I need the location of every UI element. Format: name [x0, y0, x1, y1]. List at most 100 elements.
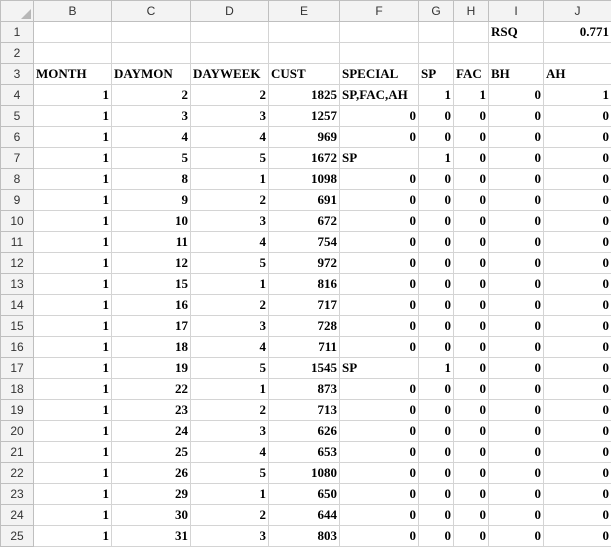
ah-cell[interactable]: 0 — [544, 295, 611, 316]
sp-cell[interactable]: 0 — [419, 337, 454, 358]
column-header-f[interactable]: F — [340, 1, 419, 22]
fac-cell[interactable]: 0 — [454, 379, 489, 400]
month-cell[interactable]: 1 — [34, 421, 112, 442]
cust-cell[interactable]: 713 — [269, 400, 340, 421]
sp-cell[interactable]: 1 — [419, 85, 454, 106]
daymon-cell[interactable]: 16 — [112, 295, 191, 316]
rsq-label-cell[interactable]: RSQ — [489, 22, 544, 43]
sp-cell[interactable]: 0 — [419, 190, 454, 211]
cust-cell[interactable]: 1098 — [269, 169, 340, 190]
month-cell[interactable]: 1 — [34, 127, 112, 148]
sp-cell[interactable]: 0 — [419, 211, 454, 232]
special-cell[interactable]: 0 — [340, 316, 419, 337]
special-cell[interactable]: 0 — [340, 295, 419, 316]
special-cell[interactable]: 0 — [340, 274, 419, 295]
fac-cell[interactable]: 0 — [454, 127, 489, 148]
special-cell[interactable]: SP — [340, 148, 419, 169]
ah-cell[interactable]: 0 — [544, 316, 611, 337]
bh-cell[interactable]: 0 — [489, 463, 544, 484]
row-header[interactable]: 18 — [1, 379, 34, 400]
bh-cell[interactable]: 0 — [489, 190, 544, 211]
daymon-cell[interactable]: 29 — [112, 484, 191, 505]
ah-cell[interactable]: 0 — [544, 106, 611, 127]
ah-cell[interactable]: 0 — [544, 421, 611, 442]
ah-cell[interactable]: 0 — [544, 379, 611, 400]
fac-cell[interactable]: 0 — [454, 295, 489, 316]
row-header[interactable]: 20 — [1, 421, 34, 442]
month-cell[interactable]: 1 — [34, 190, 112, 211]
month-cell[interactable]: 1 — [34, 253, 112, 274]
dayweek-cell[interactable]: 5 — [191, 358, 269, 379]
fac-cell[interactable]: 0 — [454, 463, 489, 484]
dayweek-cell[interactable]: 2 — [191, 85, 269, 106]
daymon-cell[interactable]: 30 — [112, 505, 191, 526]
bh-cell[interactable]: 0 — [489, 127, 544, 148]
daymon-cell[interactable]: 19 — [112, 358, 191, 379]
bh-cell[interactable]: 0 — [489, 85, 544, 106]
row-header[interactable]: 12 — [1, 253, 34, 274]
row-header[interactable]: 10 — [1, 211, 34, 232]
cell[interactable] — [489, 43, 544, 64]
row-header[interactable]: 3 — [1, 64, 34, 85]
daymon-cell[interactable]: 15 — [112, 274, 191, 295]
cell[interactable] — [269, 22, 340, 43]
fac-cell[interactable]: 0 — [454, 169, 489, 190]
ah-cell[interactable]: 0 — [544, 148, 611, 169]
daymon-cell[interactable]: 3 — [112, 106, 191, 127]
ah-cell[interactable]: 0 — [544, 337, 611, 358]
column-header-g[interactable]: G — [419, 1, 454, 22]
sp-cell[interactable]: 0 — [419, 169, 454, 190]
header-cell-special[interactable]: SPECIAL — [340, 64, 419, 85]
sp-cell[interactable]: 0 — [419, 526, 454, 547]
month-cell[interactable]: 1 — [34, 295, 112, 316]
dayweek-cell[interactable]: 3 — [191, 316, 269, 337]
row-header[interactable]: 23 — [1, 484, 34, 505]
sp-cell[interactable]: 0 — [419, 484, 454, 505]
bh-cell[interactable]: 0 — [489, 442, 544, 463]
sp-cell[interactable]: 0 — [419, 106, 454, 127]
fac-cell[interactable]: 0 — [454, 526, 489, 547]
cell[interactable] — [191, 43, 269, 64]
bh-cell[interactable]: 0 — [489, 274, 544, 295]
special-cell[interactable]: 0 — [340, 442, 419, 463]
ah-cell[interactable]: 0 — [544, 127, 611, 148]
cust-cell[interactable]: 1080 — [269, 463, 340, 484]
bh-cell[interactable]: 0 — [489, 484, 544, 505]
special-cell[interactable]: 0 — [340, 337, 419, 358]
cust-cell[interactable]: 1545 — [269, 358, 340, 379]
cell[interactable] — [340, 43, 419, 64]
rsq-value-cell[interactable]: 0.771 — [544, 22, 611, 43]
sp-cell[interactable]: 0 — [419, 379, 454, 400]
dayweek-cell[interactable]: 3 — [191, 526, 269, 547]
month-cell[interactable]: 1 — [34, 400, 112, 421]
cust-cell[interactable]: 691 — [269, 190, 340, 211]
ah-cell[interactable]: 0 — [544, 505, 611, 526]
special-cell[interactable]: 0 — [340, 526, 419, 547]
row-header[interactable]: 22 — [1, 463, 34, 484]
daymon-cell[interactable]: 26 — [112, 463, 191, 484]
bh-cell[interactable]: 0 — [489, 232, 544, 253]
bh-cell[interactable]: 0 — [489, 148, 544, 169]
bh-cell[interactable]: 0 — [489, 505, 544, 526]
special-cell[interactable]: 0 — [340, 463, 419, 484]
cust-cell[interactable]: 672 — [269, 211, 340, 232]
cell[interactable] — [112, 22, 191, 43]
cell[interactable] — [191, 22, 269, 43]
daymon-cell[interactable]: 17 — [112, 316, 191, 337]
cust-cell[interactable]: 717 — [269, 295, 340, 316]
month-cell[interactable]: 1 — [34, 232, 112, 253]
month-cell[interactable]: 1 — [34, 442, 112, 463]
cust-cell[interactable]: 1672 — [269, 148, 340, 169]
sp-cell[interactable]: 0 — [419, 127, 454, 148]
row-header[interactable]: 9 — [1, 190, 34, 211]
special-cell[interactable]: 0 — [340, 106, 419, 127]
daymon-cell[interactable]: 12 — [112, 253, 191, 274]
ah-cell[interactable]: 0 — [544, 190, 611, 211]
month-cell[interactable]: 1 — [34, 211, 112, 232]
ah-cell[interactable]: 0 — [544, 463, 611, 484]
month-cell[interactable]: 1 — [34, 337, 112, 358]
sp-cell[interactable]: 0 — [419, 442, 454, 463]
fac-cell[interactable]: 0 — [454, 253, 489, 274]
fac-cell[interactable]: 0 — [454, 505, 489, 526]
special-cell[interactable]: SP,FAC,AH — [340, 85, 419, 106]
